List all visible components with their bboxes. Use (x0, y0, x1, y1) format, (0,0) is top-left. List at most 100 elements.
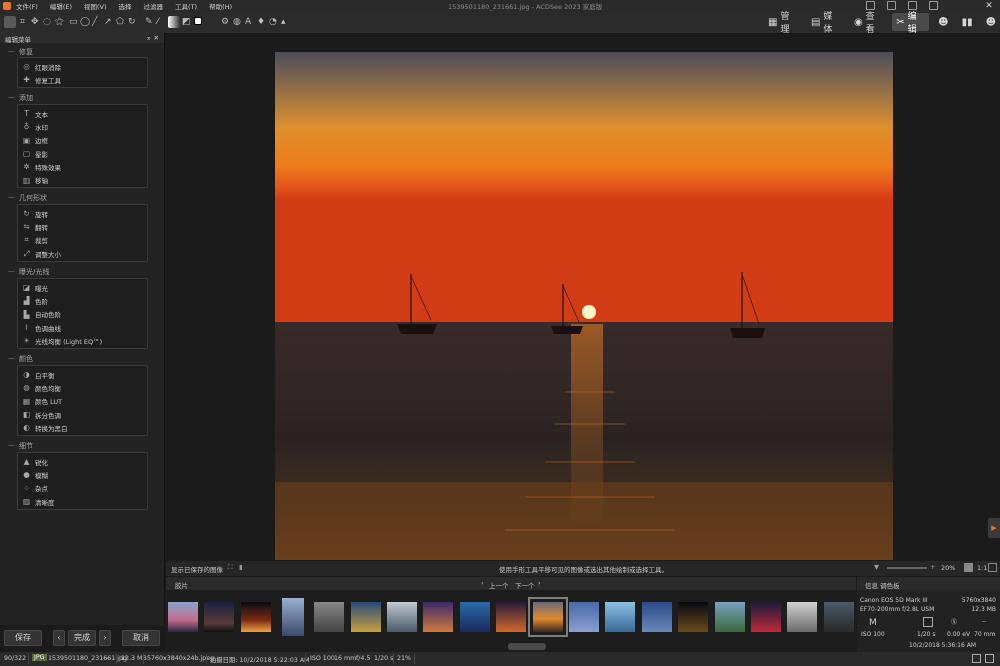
selection-tool-icon[interactable]: ⌗ (20, 16, 25, 28)
tool-tilt-shift[interactable]: ▥ 移轴 (18, 173, 147, 186)
actual-size-button[interactable]: 1:1 (977, 564, 987, 572)
thumbnail[interactable] (423, 602, 453, 632)
layout-split-icon[interactable] (887, 1, 896, 10)
group-title-exposure[interactable]: 曝光/光线 (8, 267, 49, 277)
thumbnail[interactable] (460, 602, 490, 632)
thumbnail[interactable] (678, 602, 708, 632)
thumbnail[interactable] (168, 602, 198, 632)
thumbnail[interactable] (351, 602, 381, 632)
mode-manage[interactable]: ▦ 管理 (764, 12, 802, 35)
side-panel-toggle[interactable]: ▶ (988, 518, 1000, 538)
menu-select[interactable]: 选择 (119, 1, 132, 11)
thumbnail[interactable] (241, 602, 271, 632)
thumbnail[interactable] (605, 602, 635, 632)
settings-gear-icon[interactable]: ⚙ (221, 16, 229, 28)
prev-image-button[interactable]: ‹ (53, 630, 65, 646)
done-button[interactable]: 完成 (68, 630, 96, 646)
fullscreen-icon[interactable]: ⛶ (228, 563, 233, 572)
polygon-tool-icon[interactable]: ⬠ (116, 16, 124, 28)
tool-repair[interactable]: ✚ 修复工具 (18, 73, 147, 86)
tool-tone-curves[interactable]: ⌇ 色调曲线 (18, 321, 147, 334)
menu-edit[interactable]: 编辑(E) (50, 1, 72, 11)
brush-tool-icon[interactable]: ✎ (145, 16, 153, 28)
group-title-repair[interactable]: 修复 (8, 47, 33, 57)
dodge-tool-icon[interactable]: ◔ (269, 16, 277, 28)
hand-tool-icon[interactable] (4, 16, 16, 28)
group-title-add[interactable]: 添加 (8, 93, 33, 103)
zoom-out-icon[interactable]: ▼ (874, 563, 879, 571)
zoom-dropdown[interactable] (964, 563, 973, 572)
tool-levels[interactable]: ▟ 色阶 (18, 294, 147, 307)
tool-special-effects[interactable]: ✲ 特殊效果 (18, 160, 147, 173)
thumbnail[interactable] (824, 602, 854, 632)
group-title-detail[interactable]: 细节 (8, 441, 33, 451)
mode-dashboard[interactable]: ▮▮ (958, 13, 977, 31)
prev-link[interactable]: 上一个 (489, 580, 509, 590)
thumbnail[interactable] (282, 598, 304, 636)
text-tool-icon[interactable]: A (245, 16, 251, 28)
fill-tool-icon[interactable]: ◩ (182, 16, 191, 28)
mode-profile[interactable]: ☻ (982, 13, 1000, 31)
menu-view[interactable]: 视图(V) (84, 1, 107, 11)
menu-filter[interactable]: 过滤器 (144, 1, 164, 11)
tool-watermark[interactable]: ♁ 水印 (18, 120, 147, 133)
thumbnail[interactable] (569, 602, 599, 632)
sunset-sailboats-photo[interactable] (275, 52, 893, 560)
tool-auto-levels[interactable]: ▙ 自动色阶 (18, 308, 147, 321)
menu-tools[interactable]: 工具(T) (175, 1, 197, 11)
histogram-icon[interactable]: ▮ (239, 563, 243, 571)
mode-edit[interactable]: ✂ 编辑 (892, 12, 930, 35)
view-mode-icon[interactable] (972, 654, 981, 663)
mode-view[interactable]: ◉ 查看 (850, 12, 887, 35)
sharpen-tool-icon[interactable]: ♦ (257, 16, 265, 28)
menu-file[interactable]: 文件(F) (16, 1, 38, 11)
show-saved-image-label[interactable]: 显示已保存的图像 (171, 564, 223, 574)
close-icon[interactable]: ✕ (982, 0, 996, 12)
tool-resize[interactable]: ⤢ 调整大小 (18, 247, 147, 260)
tool-red-eye[interactable]: ◎ 红眼消除 (18, 60, 147, 73)
mode-skull[interactable]: ☻ (934, 13, 952, 31)
zoom-slider[interactable] (887, 567, 927, 569)
thumbnail[interactable] (496, 602, 526, 632)
rectangle-select-icon[interactable]: ▭ (69, 16, 78, 28)
thumbnail[interactable] (715, 602, 745, 632)
tool-color-eq[interactable]: ◍ 颜色均衡 (18, 381, 147, 394)
tool-noise[interactable]: ⁘ 杂点 (18, 482, 147, 495)
eyedropper-icon[interactable]: ⁄ (157, 16, 159, 28)
cancel-button[interactable]: 取消 (122, 630, 160, 646)
thumbnail[interactable] (204, 602, 234, 632)
tool-clarity[interactable]: ▨ 清晰度 (18, 495, 147, 508)
ellipse-select-icon[interactable]: ◯ (80, 16, 90, 28)
thumbnail[interactable] (314, 602, 344, 632)
tool-rotate[interactable]: ↻ 旋转 (18, 207, 147, 220)
tool-white-balance[interactable]: ◑ 白平衡 (18, 368, 147, 381)
menu-help[interactable]: 帮助(H) (209, 1, 232, 11)
tool-color-lut[interactable]: ▦ 颜色 LUT (18, 395, 147, 408)
next-link[interactable]: 下一个 (515, 580, 535, 590)
tool-flip[interactable]: ⇋ 翻转 (18, 220, 147, 233)
group-title-geometry[interactable]: 几何形状 (8, 193, 47, 203)
thumbnail-selected[interactable] (528, 597, 568, 637)
filmstrip-scrollbar[interactable] (508, 643, 546, 650)
rotate-tool-icon[interactable]: ↻ (128, 16, 136, 28)
next-image-button[interactable]: › (99, 630, 111, 646)
thumbnail[interactable] (751, 602, 781, 632)
next-chevron-icon[interactable]: › (538, 579, 541, 587)
save-button[interactable]: 保存 (4, 630, 42, 646)
prev-chevron-icon[interactable]: ‹ (481, 579, 484, 587)
thumbnail[interactable] (642, 602, 672, 632)
fit-screen-icon[interactable] (988, 563, 997, 572)
tool-text[interactable]: T 文本 (18, 107, 147, 120)
maximize-icon[interactable] (929, 1, 938, 10)
mode-media[interactable]: ▤ 媒体 (807, 12, 845, 35)
tool-vignette[interactable]: ▢ 晕影 (18, 147, 147, 160)
blur-tool-icon[interactable]: ◍ (233, 16, 241, 28)
tool-black-white[interactable]: ◐ 转换为黑白 (18, 421, 147, 434)
tool-blur[interactable]: ● 模糊 (18, 468, 147, 481)
pin-close-icon[interactable]: ⌅ ✕ (146, 34, 159, 42)
magic-wand-icon[interactable]: ⚝ (55, 16, 64, 28)
group-title-color[interactable]: 颜色 (8, 354, 33, 364)
line-tool-icon[interactable]: ╱ (92, 16, 97, 28)
tool-split-tone[interactable]: ◧ 拆分色调 (18, 408, 147, 421)
zoom-in-icon[interactable]: + (930, 563, 935, 571)
